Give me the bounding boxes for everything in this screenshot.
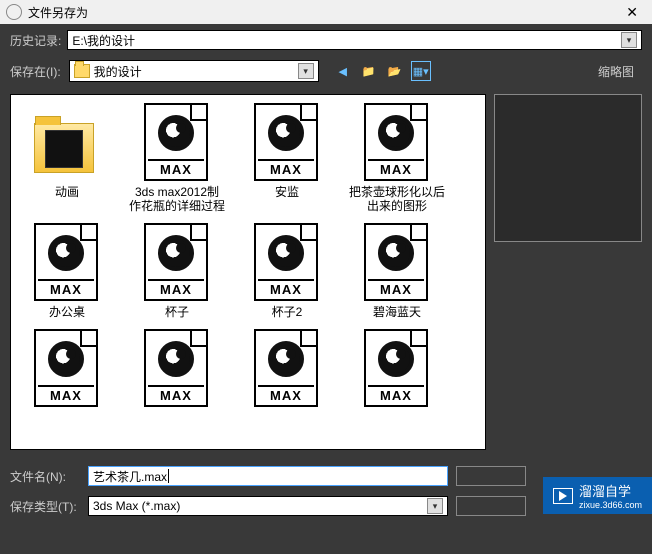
filename-input[interactable]: 艺术茶几.max [88, 466, 448, 486]
folder-item[interactable]: 动画 [19, 103, 115, 213]
view-menu-button[interactable]: ▦▾ [411, 61, 431, 81]
filetype-label: 保存类型(T): [10, 498, 80, 515]
file-item[interactable]: MAX [239, 329, 335, 411]
file-item[interactable]: MAX [349, 329, 445, 411]
chevron-down-icon[interactable]: ▾ [621, 32, 637, 48]
file-name-label: 碧海蓝天 [373, 305, 421, 319]
max-badge-label: MAX [258, 159, 314, 177]
new-folder-button[interactable]: 📂 [385, 61, 405, 81]
filetype-combo[interactable]: 3ds Max (*.max) ▾ [88, 496, 448, 516]
savein-row: 保存在(I): 我的设计 ▾ ◀ 📁 📂 ▦▾ 缩略图 [0, 56, 652, 86]
file-name-label: 把茶壶球形化以后出来的图形 [349, 185, 445, 213]
max-file-icon: MAX [254, 329, 318, 407]
file-item[interactable]: MAX 把茶壶球形化以后出来的图形 [349, 103, 445, 213]
savein-combo[interactable]: 我的设计 ▾ [69, 60, 319, 82]
max-file-icon: MAX [34, 329, 98, 407]
history-row: 历史记录: E:\我的设计 ▾ [0, 24, 652, 56]
max-badge-label: MAX [368, 385, 424, 403]
max-badge-label: MAX [258, 385, 314, 403]
max-file-icon: MAX [254, 223, 318, 301]
history-label: 历史记录: [10, 32, 61, 49]
max-file-icon: MAX [254, 103, 318, 181]
file-name-label: 动画 [55, 185, 79, 199]
file-item[interactable]: MAX 办公桌 [19, 223, 115, 319]
cancel-button[interactable] [456, 496, 526, 516]
max-file-icon: MAX [144, 329, 208, 407]
chevron-down-icon[interactable]: ▾ [298, 63, 314, 79]
watermark-brand: 溜溜自学 [579, 484, 631, 499]
up-folder-button[interactable]: 📁 [359, 61, 379, 81]
max-badge-label: MAX [258, 279, 314, 297]
file-item[interactable]: MAX [129, 329, 225, 411]
max-file-icon: MAX [144, 223, 208, 301]
play-icon [553, 488, 573, 504]
max-file-icon: MAX [364, 103, 428, 181]
back-button[interactable]: ◀ [333, 61, 353, 81]
file-item[interactable]: MAX 杯子2 [239, 223, 335, 319]
file-name-label: 3ds max2012制作花瓶的详细过程 [129, 185, 225, 213]
close-button[interactable]: ✕ [618, 4, 646, 21]
preview-pane [494, 94, 642, 242]
file-item[interactable]: MAX 杯子 [129, 223, 225, 319]
max-badge-label: MAX [38, 279, 94, 297]
chevron-down-icon[interactable]: ▾ [427, 498, 443, 514]
history-value: E:\我的设计 [72, 32, 135, 49]
window-title: 文件另存为 [28, 4, 618, 21]
max-badge-label: MAX [368, 279, 424, 297]
file-item[interactable]: MAX 碧海蓝天 [349, 223, 445, 319]
nav-icons: ◀ 📁 📂 ▦▾ [333, 61, 431, 81]
save-button[interactable] [456, 466, 526, 486]
max-badge-label: MAX [38, 385, 94, 403]
thumbnail-label: 缩略图 [598, 63, 634, 80]
history-combo[interactable]: E:\我的设计 ▾ [67, 30, 642, 50]
file-item[interactable]: MAX 安监 [239, 103, 335, 213]
savein-value: 我的设计 [94, 63, 294, 80]
max-file-icon: MAX [364, 329, 428, 407]
file-name-label: 杯子 [165, 305, 189, 319]
savein-label: 保存在(I): [10, 63, 61, 80]
max-file-icon: MAX [34, 223, 98, 301]
max-badge-label: MAX [368, 159, 424, 177]
filetype-value: 3ds Max (*.max) [93, 499, 180, 513]
file-item[interactable]: MAX 3ds max2012制作花瓶的详细过程 [129, 103, 225, 213]
watermark: 溜溜自学 zixue.3d66.com [543, 477, 652, 514]
title-bar: 文件另存为 ✕ [0, 0, 652, 24]
main-area: 动画 MAX 3ds max2012制作花瓶的详细过程 MAX 安监 MAX 把茶壶球形化以… [0, 94, 652, 450]
file-item[interactable]: MAX [19, 329, 115, 411]
max-badge-label: MAX [148, 159, 204, 177]
file-name-label: 办公桌 [49, 305, 85, 319]
app-icon [6, 4, 22, 20]
file-list[interactable]: 动画 MAX 3ds max2012制作花瓶的详细过程 MAX 安监 MAX 把茶壶球形化以… [10, 94, 486, 450]
max-file-icon: MAX [144, 103, 208, 181]
folder-thumb-icon [34, 123, 94, 173]
folder-icon [74, 64, 90, 78]
max-badge-label: MAX [148, 385, 204, 403]
file-name-label: 杯子2 [272, 305, 303, 319]
watermark-url: zixue.3d66.com [579, 500, 642, 510]
filename-value: 艺术茶几.max [93, 468, 167, 485]
filename-label: 文件名(N): [10, 468, 80, 485]
max-file-icon: MAX [364, 223, 428, 301]
max-badge-label: MAX [148, 279, 204, 297]
file-name-label: 安监 [275, 185, 299, 199]
